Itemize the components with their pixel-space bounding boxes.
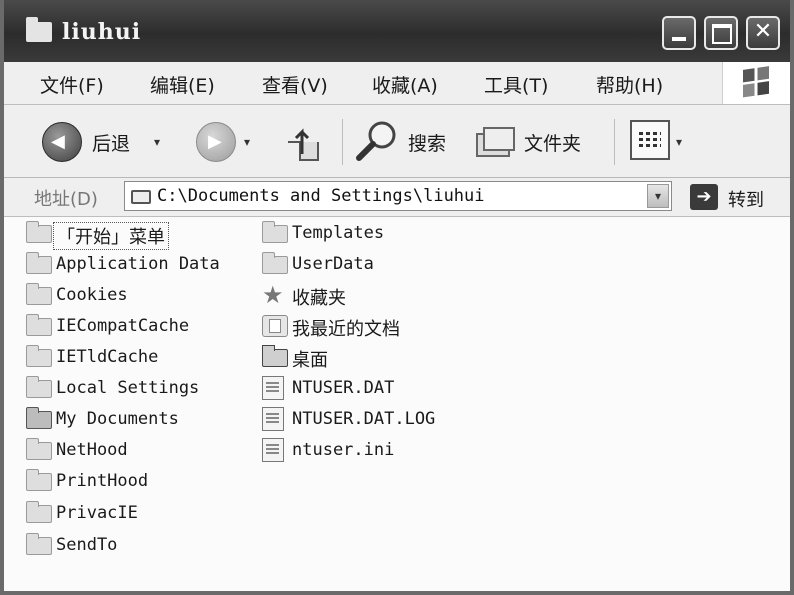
folders-label[interactable]: 文件夹	[524, 129, 581, 156]
file-name: Local Settings	[56, 378, 200, 398]
search-label[interactable]: 搜索	[408, 129, 446, 156]
recent-docs-icon	[262, 315, 288, 337]
views-dropdown-icon[interactable]: ▾	[676, 135, 682, 149]
windows-logo	[722, 62, 790, 104]
back-dropdown-icon[interactable]: ▾	[154, 135, 160, 149]
data-file-icon	[262, 376, 284, 400]
toolbar-separator	[342, 119, 343, 165]
file-name: NetHood	[56, 440, 128, 460]
file-name: PrivacIE	[56, 503, 138, 523]
address-dropdown-button[interactable]: ▾	[647, 184, 669, 208]
go-arrow-icon[interactable]: ➔	[690, 184, 718, 210]
file-name: PrintHood	[56, 471, 149, 491]
file-list[interactable]: 「开始」菜单 Application Data Cookies IECompat…	[4, 217, 790, 591]
menu-favorites[interactable]: 收藏(A)	[372, 71, 438, 98]
views-grid-icon	[639, 132, 661, 148]
file-name: 收藏夹	[292, 288, 346, 309]
desktop-folder-icon	[262, 345, 288, 367]
forward-dropdown-icon[interactable]: ▾	[244, 135, 250, 149]
folder-icon	[131, 190, 151, 204]
my-documents-icon	[26, 407, 52, 429]
views-icon[interactable]	[630, 120, 670, 160]
explorer-window: liuhui ✕ 文件(F) 编辑(E) 查看(V) 收藏(A) 工具(T) 帮…	[0, 0, 794, 595]
file-name: SendTo	[56, 535, 118, 555]
address-label: 地址(D)	[34, 189, 98, 210]
close-button[interactable]: ✕	[746, 16, 780, 50]
window-title: liuhui	[62, 19, 142, 45]
back-arrow-icon: ◀	[51, 131, 65, 152]
folder-icon	[26, 17, 52, 42]
maximize-button[interactable]	[704, 16, 738, 50]
file-name: Templates	[292, 223, 385, 243]
folder-icon	[26, 252, 52, 274]
folder-icon	[262, 252, 288, 274]
ini-file-icon	[262, 438, 284, 462]
menu-file[interactable]: 文件(F)	[40, 71, 104, 98]
folder-icon	[26, 221, 52, 243]
go-button[interactable]: 转到	[728, 186, 764, 212]
up-folder-icon[interactable]	[286, 124, 320, 162]
search-icon[interactable]	[354, 118, 402, 164]
title-bar[interactable]: liuhui ✕	[4, 0, 790, 62]
file-name: NTUSER.DAT.LOG	[292, 409, 436, 429]
minimize-button[interactable]	[662, 16, 696, 50]
file-name: IETldCache	[56, 347, 159, 367]
folder-icon	[26, 501, 52, 523]
forward-arrow-icon: ▶	[208, 131, 222, 152]
file-name: Application Data	[56, 254, 220, 274]
menu-tools[interactable]: 工具(T)	[484, 71, 548, 98]
address-input[interactable]: C:\Documents and Settings\liuhui ▾	[124, 181, 672, 211]
file-name: ntuser.ini	[292, 440, 395, 460]
menu-bar: 文件(F) 编辑(E) 查看(V) 收藏(A) 工具(T) 帮助(H)	[4, 62, 790, 105]
address-path[interactable]: C:\Documents and Settings\liuhui	[157, 186, 485, 206]
menu-edit[interactable]: 编辑(E)	[150, 71, 215, 98]
forward-button[interactable]: ▶	[196, 122, 236, 162]
folder-icon	[26, 469, 52, 491]
file-name: Cookies	[56, 285, 128, 305]
folders-icon[interactable]	[474, 122, 518, 162]
file-name: UserData	[292, 254, 374, 274]
menu-view[interactable]: 查看(V)	[262, 71, 328, 98]
folder-icon	[26, 345, 52, 367]
file-name: 桌面	[292, 350, 328, 371]
file-name: 「开始」菜单	[53, 222, 169, 250]
file-name: NTUSER.DAT	[292, 378, 395, 398]
folder-icon	[26, 438, 52, 460]
file-name: IECompatCache	[56, 316, 190, 336]
folder-icon	[26, 533, 52, 555]
star-icon: ★	[262, 281, 284, 309]
text-file-icon	[262, 407, 284, 431]
back-button[interactable]: ◀	[42, 122, 82, 162]
folder-icon	[26, 376, 52, 398]
windows-flag-icon	[743, 66, 769, 98]
folder-icon	[26, 314, 52, 336]
menu-help[interactable]: 帮助(H)	[596, 71, 663, 98]
address-bar: 地址(D) C:\Documents and Settings\liuhui ▾…	[4, 178, 790, 217]
folder-icon	[26, 283, 52, 305]
folder-icon	[262, 221, 288, 243]
file-name: My Documents	[56, 409, 179, 429]
back-label[interactable]: 后退	[92, 129, 130, 156]
file-name: 我最近的文档	[292, 319, 400, 340]
toolbar-separator	[614, 119, 615, 165]
